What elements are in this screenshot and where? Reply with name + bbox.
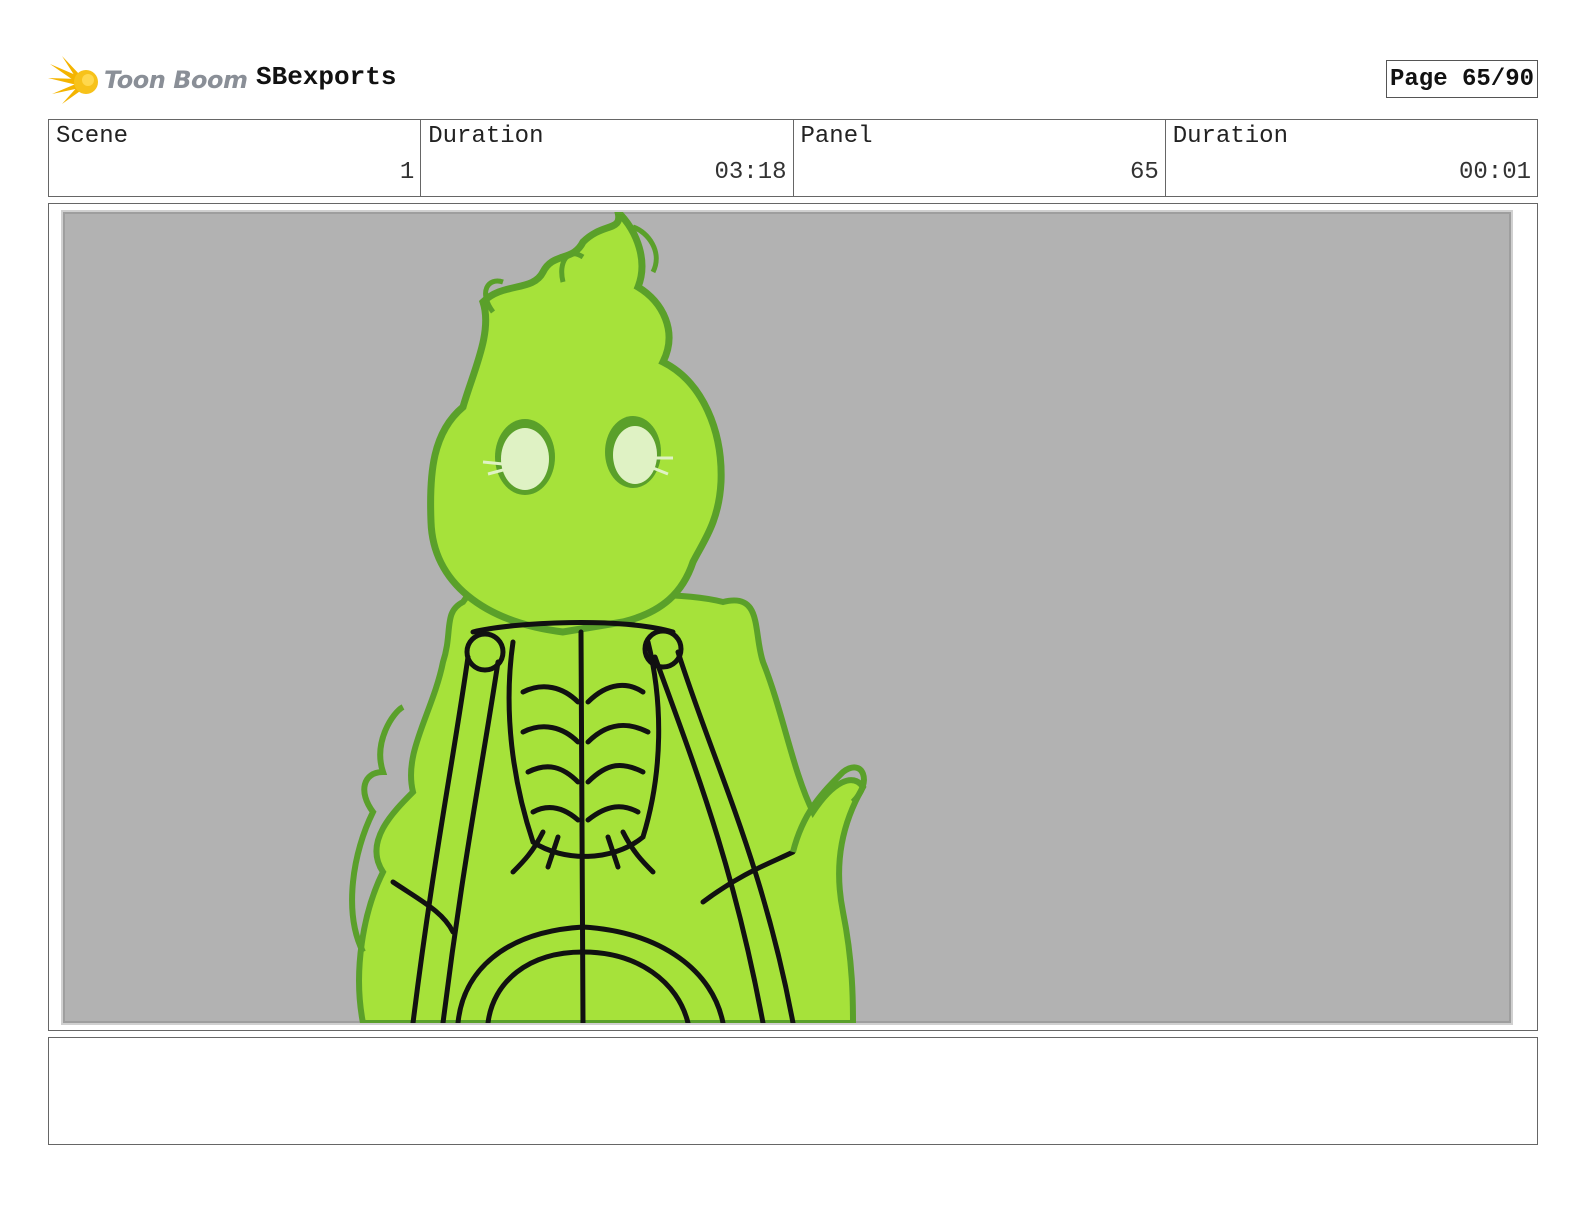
head-flame [427, 212, 725, 636]
scene-label: Scene [56, 123, 129, 150]
panel-label: Panel [800, 123, 873, 150]
body-flame-aura [356, 583, 867, 1023]
spine [578, 629, 586, 1023]
scene-cell: Scene 1 [49, 120, 422, 196]
logo-text: Toon Boom [104, 66, 248, 94]
starburst-icon [48, 56, 98, 104]
scene-duration-value: 03:18 [714, 159, 787, 186]
panel-info-table: Scene 1 Duration 03:18 Panel 65 Duration… [48, 119, 1538, 197]
page-indicator: Page 65/90 [1386, 60, 1538, 98]
page-header: Toon Boom SBexports Page 65/90 [48, 52, 1538, 108]
left-eye-white [501, 428, 549, 490]
panel-frame [48, 203, 1538, 1031]
toon-boom-logo: Toon Boom [48, 54, 248, 108]
project-name: SBexports [256, 62, 397, 92]
panel-value: 65 [1129, 159, 1159, 186]
storyboard-drawing [61, 210, 1513, 1025]
right-eye-white [613, 426, 657, 484]
scene-duration-cell: Duration 03:18 [421, 120, 794, 196]
scene-duration-label: Duration [428, 123, 544, 150]
scene-value: 1 [399, 159, 415, 186]
panel-notes-box [48, 1037, 1538, 1145]
panel-cell: Panel 65 [794, 120, 1166, 196]
panel-duration-label: Duration [1172, 123, 1288, 150]
panel-duration-value: 00:01 [1458, 159, 1531, 186]
panel-duration-cell: Duration 00:01 [1166, 120, 1537, 196]
flaming-skeleton-sketch [349, 212, 867, 1023]
